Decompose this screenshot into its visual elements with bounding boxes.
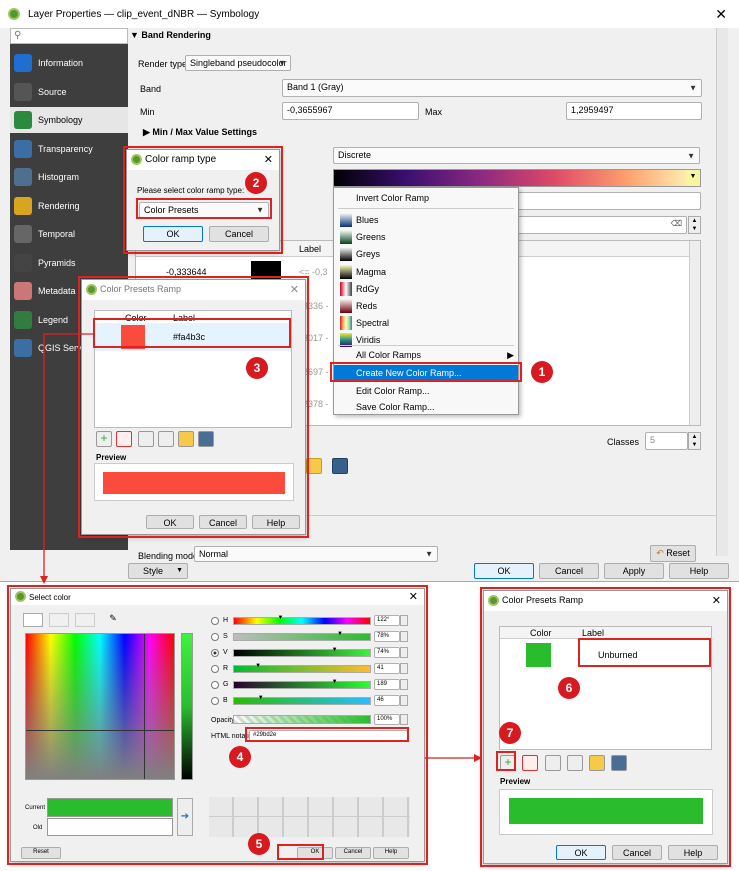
slider-value-input[interactable]: 78%: [374, 631, 400, 642]
qgis-logo-icon: [15, 591, 26, 602]
slider-v[interactable]: ▼: [233, 647, 371, 657]
add-color-icon[interactable]: +: [500, 755, 516, 771]
slider-handle[interactable]: ▼: [332, 647, 338, 653]
slider-s[interactable]: ▼: [233, 631, 371, 641]
slider-spinner[interactable]: [400, 695, 408, 706]
radio-g[interactable]: [211, 681, 219, 689]
slider-h[interactable]: ▼: [233, 615, 371, 625]
remove-color-icon[interactable]: [522, 755, 538, 771]
color-triangle-tab[interactable]: [49, 613, 69, 627]
slider-handle[interactable]: ▼: [258, 695, 264, 701]
dialog-title-bar: Select color ✕: [11, 589, 424, 605]
slider-handle[interactable]: ▼: [332, 679, 338, 685]
color-column-header: Color: [530, 628, 552, 638]
opacity-input[interactable]: 100%: [374, 714, 400, 725]
open-folder-icon[interactable]: [589, 755, 605, 771]
slider-b[interactable]: ▼: [233, 695, 371, 705]
radio-s[interactable]: [211, 633, 219, 641]
step-badge-7: 7: [499, 722, 521, 744]
cancel-button[interactable]: Cancel: [335, 847, 371, 859]
step-badge-1: 1: [531, 361, 553, 383]
color-wheel-tab[interactable]: [23, 613, 43, 627]
step-badge-4: 4: [229, 746, 251, 768]
slider-g[interactable]: ▼: [233, 679, 371, 689]
close-icon[interactable]: ✕: [409, 590, 418, 603]
dialog-title: Select color: [29, 593, 71, 602]
swatches-tab[interactable]: [75, 613, 95, 627]
old-color-swatch: [47, 818, 173, 836]
slider-spinner[interactable]: [400, 679, 408, 690]
color-area[interactable]: [25, 633, 175, 780]
color-crosshair: [144, 634, 145, 779]
opacity-slider[interactable]: [233, 715, 371, 724]
copy-icon[interactable]: [545, 755, 561, 771]
slider-key: B: [223, 697, 228, 704]
old-label: Old: [33, 825, 43, 831]
opacity-label: Opacity: [211, 717, 235, 724]
color-list: Color Label Unburned: [499, 626, 712, 750]
slider-key: H: [223, 617, 229, 624]
slider-key: V: [223, 649, 228, 656]
step-badge-6: 6: [558, 677, 580, 699]
current-label: Current: [25, 805, 46, 811]
color-swatch[interactable]: [526, 643, 551, 667]
step-badge-5: 5: [248, 833, 270, 855]
save-icon[interactable]: [611, 755, 627, 771]
dialog-title: Color Presets Ramp: [502, 595, 584, 605]
help-button[interactable]: Help: [668, 845, 718, 860]
slider-spinner[interactable]: [400, 663, 408, 674]
slider-handle[interactable]: ▼: [278, 615, 284, 621]
slider-key: G: [223, 681, 229, 688]
add-to-swatches-button[interactable]: ➔: [177, 798, 193, 836]
radio-r[interactable]: [211, 665, 219, 673]
slider-value-input[interactable]: 189: [374, 679, 400, 690]
value-ramp[interactable]: [181, 633, 193, 780]
slider-value-input[interactable]: 122°: [374, 615, 400, 626]
color-crosshair: [26, 730, 174, 731]
label-column-header: Label: [582, 628, 605, 638]
slider-value-input[interactable]: 46: [374, 695, 400, 706]
radio-v[interactable]: [211, 649, 219, 657]
slider-r[interactable]: ▼: [233, 663, 371, 673]
radio-b[interactable]: [211, 697, 219, 705]
html-notation-input[interactable]: #29bd2e: [249, 730, 408, 742]
cancel-button[interactable]: Cancel: [612, 845, 662, 860]
slider-value-input[interactable]: 41: [374, 663, 400, 674]
current-color-swatch: [47, 798, 173, 817]
slider-key: S: [223, 633, 228, 640]
dialog-title-bar: Color Presets Ramp ✕: [484, 591, 727, 611]
table-header: Color Label: [500, 627, 711, 639]
slider-handle[interactable]: ▼: [255, 663, 261, 669]
slider-key: R: [223, 665, 229, 672]
ok-button[interactable]: OK: [556, 845, 606, 860]
help-button[interactable]: Help: [373, 847, 409, 859]
preview-bar: [509, 798, 703, 824]
paste-icon[interactable]: [567, 755, 583, 771]
opacity-spinner[interactable]: [400, 714, 408, 725]
eyedropper-icon[interactable]: ✎: [103, 613, 123, 627]
slider-spinner[interactable]: [400, 631, 408, 642]
slider-spinner[interactable]: [400, 615, 408, 626]
list-item[interactable]: Unburned: [500, 640, 711, 670]
preview-label: Preview: [500, 777, 531, 786]
preview-panel: [499, 789, 713, 835]
step-badge-2: 2: [245, 172, 267, 194]
slider-value-input[interactable]: 74%: [374, 647, 400, 658]
close-icon[interactable]: ✕: [712, 594, 721, 607]
reset-button[interactable]: Reset: [21, 847, 61, 859]
select-color-dialog: Select color ✕ ✎ H ▼ 122° S ▼ 78% V ▼ 74% R ▼ 41 G ▼ 18…: [10, 588, 425, 862]
radio-h[interactable]: [211, 617, 219, 625]
slider-handle[interactable]: ▼: [337, 631, 343, 637]
color-label[interactable]: Unburned: [598, 650, 638, 660]
ok-button[interactable]: OK: [297, 847, 333, 859]
step-badge-3: 3: [246, 357, 268, 379]
slider-spinner[interactable]: [400, 647, 408, 658]
qgis-logo-icon: [488, 595, 499, 606]
swatch-grid[interactable]: [209, 797, 410, 837]
